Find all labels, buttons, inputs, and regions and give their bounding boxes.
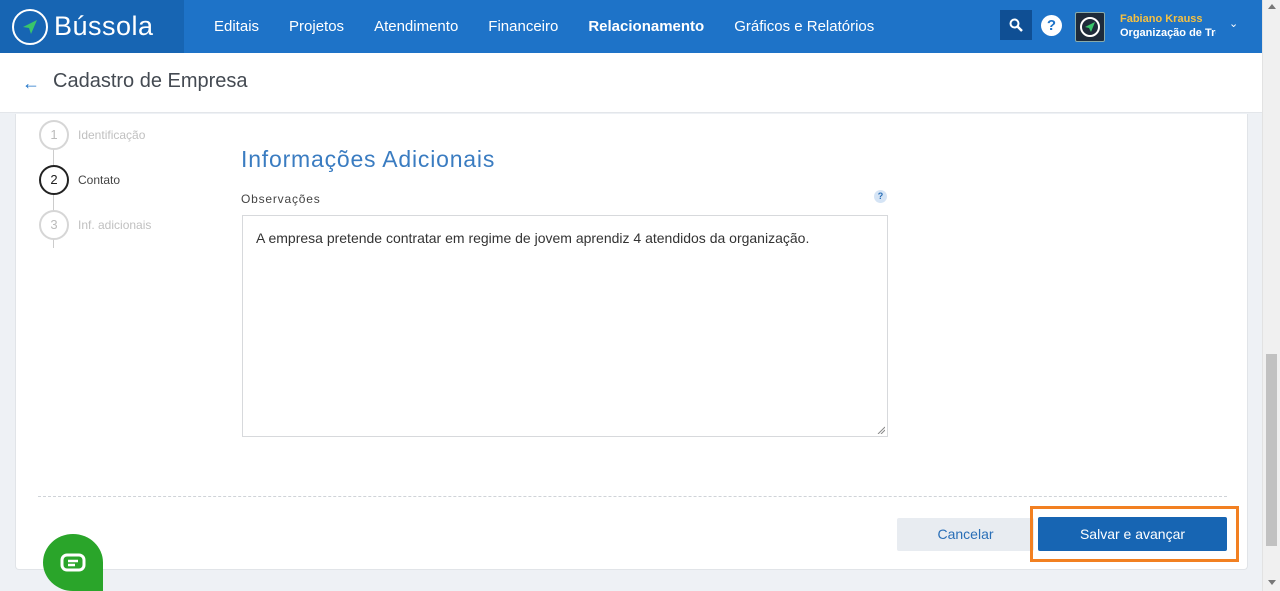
form-card: 1 Identificação 2 Contato 3 Inf. adicion… [15, 114, 1248, 570]
brand-logo[interactable]: Bússola [0, 0, 184, 53]
user-menu[interactable]: Fabiano Krauss Organização de Tre [1120, 13, 1216, 39]
chat-button[interactable] [43, 534, 103, 591]
step-label: Identificação [78, 128, 146, 142]
nav-item-financeiro[interactable]: Financeiro [473, 18, 573, 35]
step-label: Contato [78, 173, 121, 187]
user-organization: Organização de Tre [1120, 27, 1216, 39]
nav-item-relacionamento[interactable]: Relacionamento [573, 18, 719, 35]
observacoes-label: Observações [241, 192, 321, 206]
user-name: Fabiano Krauss [1120, 13, 1203, 25]
nav-item-projetos[interactable]: Projetos [274, 18, 359, 35]
step-number: 3 [39, 210, 69, 240]
avatar[interactable] [1075, 12, 1105, 42]
save-and-advance-button[interactable]: Salvar e avançar [1038, 517, 1227, 551]
scroll-thumb[interactable] [1266, 354, 1277, 546]
page-header: ← Cadastro de Empresa [0, 53, 1262, 113]
nav-item-editais[interactable]: Editais [199, 18, 274, 35]
chevron-down-icon[interactable]: ⌄ [1229, 17, 1238, 30]
form-divider [38, 496, 1227, 497]
page-title: Cadastro de Empresa [53, 70, 248, 92]
back-arrow-icon[interactable]: ← [22, 73, 40, 94]
compass-icon [12, 8, 48, 45]
compass-icon [1080, 17, 1100, 37]
search-button[interactable] [1000, 10, 1032, 40]
step-contato[interactable]: 2 Contato [39, 165, 120, 195]
main-nav: Editais Projetos Atendimento Financeiro … [199, 0, 889, 53]
step-inf-adicionais[interactable]: 3 Inf. adicionais [39, 210, 151, 240]
step-number: 1 [39, 120, 69, 150]
chat-icon [60, 553, 86, 571]
scroll-down-icon[interactable] [1268, 580, 1276, 585]
help-icon[interactable]: ? [1041, 15, 1062, 36]
nav-item-atendimento[interactable]: Atendimento [359, 18, 473, 35]
cancel-button[interactable]: Cancelar [897, 518, 1034, 551]
brand-name: Bússola [54, 11, 154, 41]
section-title: Informações Adicionais [241, 146, 496, 172]
step-number: 2 [39, 165, 69, 195]
help-icon[interactable]: ? [874, 190, 887, 203]
observacoes-text: A empresa pretende contratar em regime d… [256, 230, 810, 246]
scroll-up-icon[interactable] [1268, 4, 1276, 9]
nav-item-graficos-relatorios[interactable]: Gráficos e Relatórios [719, 18, 889, 35]
step-label: Inf. adicionais [78, 218, 152, 232]
top-navbar: Bússola Editais Projetos Atendimento Fin… [0, 0, 1262, 53]
resize-handle-icon[interactable] [877, 426, 885, 434]
step-identificacao[interactable]: 1 Identificação [39, 120, 145, 150]
search-icon [1009, 18, 1023, 32]
page-scrollbar[interactable] [1262, 0, 1280, 591]
observacoes-textarea[interactable]: A empresa pretende contratar em regime d… [242, 215, 888, 437]
